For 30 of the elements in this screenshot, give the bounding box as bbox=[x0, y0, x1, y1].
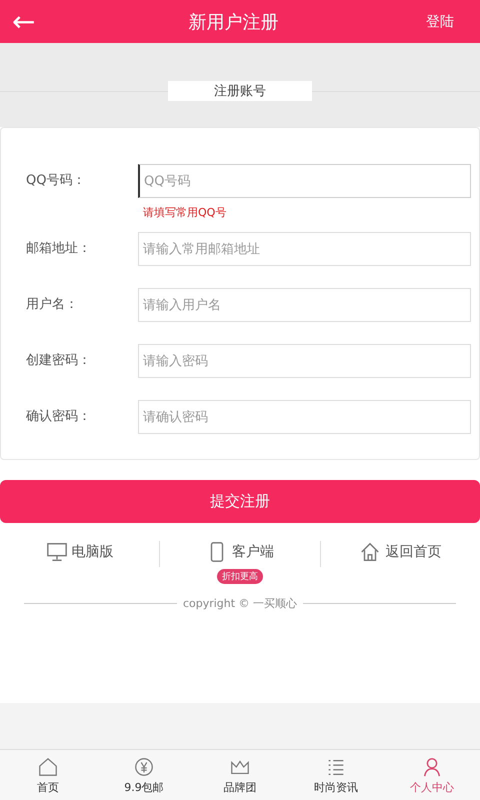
tab-item[interactable]: 时尚资讯 bbox=[288, 750, 384, 800]
field-label: 确认密码： bbox=[25, 408, 92, 426]
home-icon bbox=[36, 756, 60, 778]
tab-item[interactable]: 品牌团 bbox=[192, 750, 288, 800]
footer-link[interactable]: 电脑版 bbox=[46, 541, 114, 563]
footer-link[interactable]: 客户端 bbox=[206, 541, 274, 563]
input-field[interactable]: QQ号码 bbox=[138, 164, 471, 198]
yen-icon bbox=[132, 756, 156, 778]
tab-item[interactable]: 个人中心 bbox=[384, 750, 480, 800]
submit-button[interactable]: 提交注册 bbox=[0, 480, 480, 523]
discount-badge: 折扣更高 bbox=[216, 569, 263, 584]
field-label: 创建密码： bbox=[25, 352, 92, 370]
tab-item[interactable]: 9.9包邮 bbox=[96, 750, 192, 800]
back-button[interactable]: ← bbox=[6, 8, 42, 36]
input-field[interactable]: 请确认密码 bbox=[138, 400, 471, 434]
field-label: 邮箱地址： bbox=[25, 240, 92, 258]
footer-link[interactable]: 返回首页 bbox=[359, 541, 442, 563]
page-title: 新用户注册 bbox=[188, 10, 279, 34]
tab-item[interactable]: 首页 bbox=[0, 750, 96, 800]
input-field[interactable]: 请输入密码 bbox=[138, 344, 471, 378]
hint-text: 请填写常用QQ号 bbox=[142, 205, 228, 220]
copyright-text: copyright © 一买顺心 bbox=[176, 596, 304, 611]
section-title: 注册账号 bbox=[168, 81, 312, 101]
monitor-icon bbox=[46, 541, 68, 563]
login-link[interactable]: 登陆 bbox=[426, 12, 454, 30]
field-label: QQ号码： bbox=[25, 172, 86, 190]
house-icon bbox=[359, 541, 382, 563]
field-label: 用户名： bbox=[25, 296, 79, 314]
input-field[interactable]: 请输入常用邮箱地址 bbox=[138, 232, 471, 266]
input-field[interactable]: 请输入用户名 bbox=[138, 288, 471, 322]
